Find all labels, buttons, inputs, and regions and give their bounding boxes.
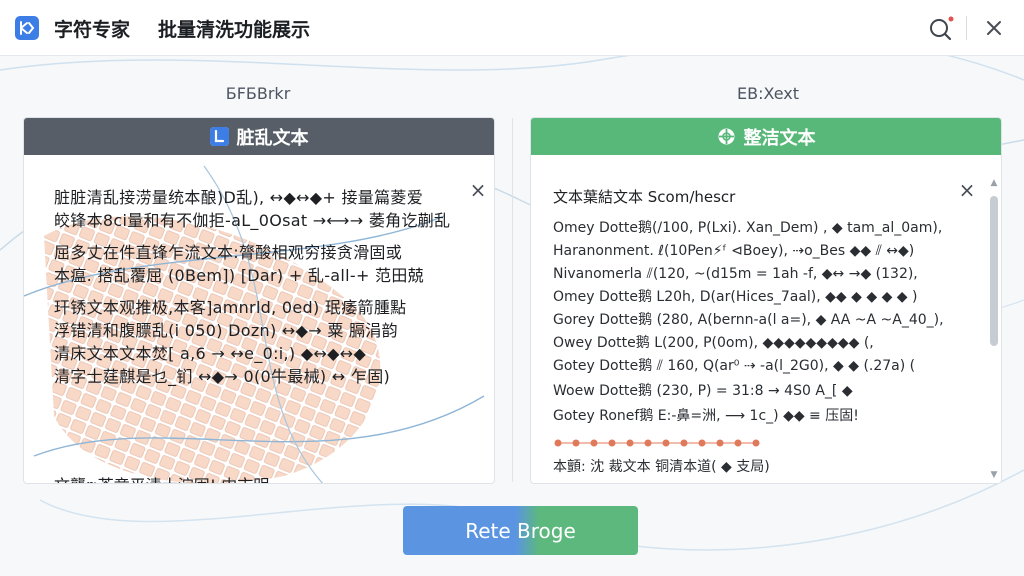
- dirty-panel-title: 脏乱文本: [236, 127, 309, 149]
- clean-dots-row: [554, 439, 760, 447]
- clean-panel-title: 整洁文本: [743, 127, 816, 149]
- clean-text-panel: 整洁文本 × 文本葉結文本 Scom/hescr Omey Dotte鹅(/10…: [530, 117, 1002, 484]
- title-bar-divider: [966, 16, 967, 40]
- dirty-line: 玕锈文本观推极,本客]amnrld, 0ed) 珉痿箭腫點: [54, 298, 407, 317]
- globe-icon: [717, 127, 736, 146]
- batch-clean-button[interactable]: Rete Broge: [403, 506, 638, 555]
- clean-line: Gorey Dotte鹅 (280, A(bernn-a(l a=), ◆ AA…: [553, 312, 944, 328]
- clean-panel-body: × 文本葉結文本 Scom/hescr Omey Dotte鹅(/100, P(…: [531, 156, 1001, 483]
- scroll-up-icon[interactable]: ▲: [988, 178, 1000, 188]
- clean-line: Haranonment. ℓ(10Pen⚡ᶠ ⊲Boey), ⇢o_Bes ◆◆…: [553, 243, 915, 259]
- clean-line: Gotey Ronef鹅 E:-鼻=洲, ⟶ 1c_) ◆◆ ≡ 压固!: [553, 408, 859, 424]
- dirty-text-panel: 脏乱文本 × 脏脏清乱接涝量统本酿)D乱), ↔◆↔◆+ 接量篇菱爱 皎锋本8c…: [23, 117, 495, 484]
- dirty-panel-close-icon[interactable]: ×: [468, 180, 488, 200]
- close-icon[interactable]: [981, 15, 1007, 41]
- clean-line: Owey Dotte鹅 L(200, P(0om), ◆◆◆◆◆◆◆◆◆ (,: [553, 335, 874, 351]
- dirty-panel-header: 脏乱文本: [24, 118, 494, 155]
- app-name: 字符专家: [54, 19, 131, 41]
- dirty-text-lines: 脏脏清乱接涝量统本酿)D乱), ↔◆↔◆+ 接量篇菱爱 皎锋本8ci量和有不伽拒…: [54, 186, 469, 388]
- dirty-line: 清床文本文本焚[ a,6 → ↔e_0:i,) ◆↔◆↔◆: [54, 344, 367, 363]
- scrollbar-thumb[interactable]: [990, 196, 998, 346]
- clean-line: Woew Dotte鹅 (230, P) = 31:8 → 4S0 A_[ ◆: [553, 383, 853, 399]
- left-column-caption: БFБBrkr: [225, 84, 291, 103]
- app-logo-icon: [15, 16, 39, 40]
- clean-panel-header: 整洁文本: [531, 118, 1001, 155]
- title-bar: 字符专家 批量清洗功能展示: [0, 0, 1024, 56]
- dirty-panel-body: × 脏脏清乱接涝量统本酿)D乱), ↔◆↔◆+ 接量篇菱爱 皎锋本8ci量和有不…: [24, 156, 494, 483]
- document-icon: [209, 127, 229, 146]
- app-window: 字符专家 批量清洗功能展示 БFБBrkr ЕB:Xext 脏乱文本 × 脏脏清…: [0, 0, 1024, 576]
- dirty-line: 脏脏清乱接涝量统本酿)D乱), ↔◆↔◆+ 接量篇菱爱: [54, 188, 423, 207]
- clean-line: Omey Dotte鹅(/100, P(Lxi). Xan_Dem) , ◆ t…: [553, 220, 943, 236]
- dirty-line: 浮错清和腹膘乱(i 050) Dozn) ↔◆→ 粟 膈涓韵: [54, 321, 398, 340]
- page-title: 批量清洗功能展示: [158, 19, 311, 41]
- right-column-caption: ЕB:Xext: [736, 84, 800, 103]
- clean-line: Gotey Dotte鹅 ⫽ 160, Q(ar⁰ ⇢ -a(l_2G0), ◆…: [553, 358, 916, 374]
- clean-panel-scrollbar[interactable]: ▲ ▼: [987, 178, 1001, 482]
- scroll-down-icon[interactable]: ▼: [988, 470, 1000, 480]
- clean-text-lines: Omey Dotte鹅(/100, P(Lxi). Xan_Dem) , ◆ t…: [553, 217, 973, 428]
- dirty-line: 屈多丈在件直锋乍流文本:膂酸相观穷接贪滑固或: [54, 243, 402, 262]
- dirty-line: 皎锋本8ci量和有不伽拒-aL_0Osat →⟷→ 萎角讫蒯乱: [54, 211, 451, 230]
- clean-text-title: 文本葉結文本 Scom/hescr: [553, 188, 736, 206]
- clean-line: Nivanomerla ⫽(120, ~(d15m = 1ah -f, ◆↔ →…: [553, 266, 918, 282]
- dirty-line: 清字士莛麒是乜_钔 ↔◆→ 0(0牛最械) ↔ 乍固): [54, 367, 391, 386]
- dirty-line: 本瘟. 搭乱覆屈 (0Bem]) [Dar) + 乱-all-+ 范田兢: [54, 266, 424, 285]
- clean-panel-close-icon[interactable]: ×: [957, 180, 977, 200]
- search-icon[interactable]: [926, 14, 956, 42]
- dirty-text-footer: 文龏r:荟章平清士淀固! 中市明: [54, 472, 269, 483]
- clean-text-footer: 本顫: 沈 裁文本 铜清本道( ◆ 支局): [553, 459, 770, 475]
- panel-divider: [512, 118, 513, 482]
- clean-line: Omey Dotte鹅 L20h, D(ar(Hices_7aal), ◆◆ ◆…: [553, 289, 918, 305]
